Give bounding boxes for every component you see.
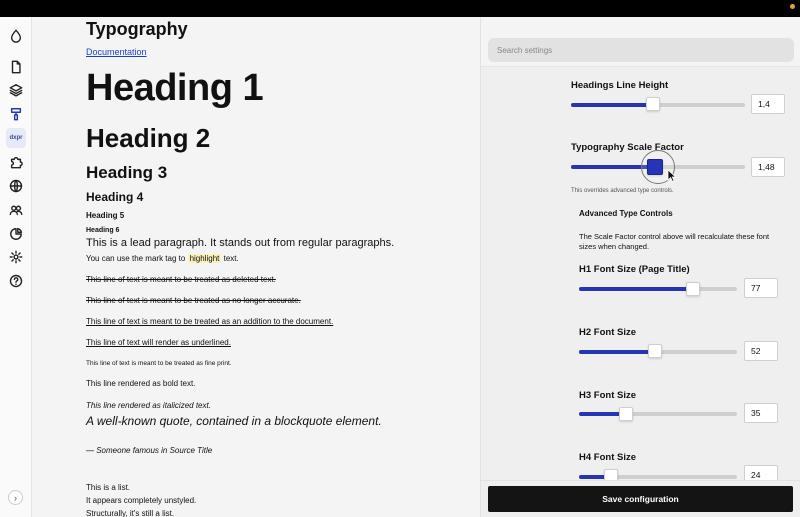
- slider-thumb-active[interactable]: [647, 159, 663, 175]
- h1-font-size-input[interactable]: [744, 278, 778, 298]
- headings-line-height-input[interactable]: [751, 94, 785, 114]
- list-item: This is a list.: [86, 483, 131, 492]
- slider-fill: [579, 287, 693, 291]
- system-top-bar: [0, 0, 800, 17]
- h4-font-size-label: H4 Font Size: [579, 452, 637, 463]
- dxpr-badge[interactable]: dxpr: [6, 128, 26, 148]
- list-item: It appears completely unstyled.: [86, 496, 197, 505]
- fine-print-text: This line of text is meant to be treated…: [86, 360, 232, 367]
- puzzle-icon[interactable]: [6, 152, 26, 172]
- documentation-link[interactable]: Documentation: [86, 47, 147, 57]
- h2-font-size-label: H2 Font Size: [579, 327, 637, 338]
- italic-text: This line rendered as italicized text.: [86, 401, 211, 410]
- bold-text: This line rendered as bold text.: [86, 379, 196, 388]
- blockquote-footer: — Someone famous in Source Title: [86, 446, 213, 455]
- heading-3-sample: Heading 3: [86, 163, 168, 182]
- save-bar: Save configuration: [481, 480, 800, 517]
- settings-panel: Headings Line Height Typography Scale Fa…: [480, 17, 800, 517]
- blockquote: A well-known quote, contained in a block…: [86, 414, 382, 428]
- inserted-text: This line of text is meant to be treated…: [86, 317, 334, 326]
- chart-icon[interactable]: [6, 224, 26, 244]
- h2-font-size-input[interactable]: [744, 341, 778, 361]
- scale-factor-label: Typography Scale Factor: [571, 142, 684, 153]
- status-dot: [790, 4, 795, 9]
- scale-factor-input[interactable]: [751, 157, 785, 177]
- underlined-text: This line of text will render as underli…: [86, 338, 231, 347]
- advanced-controls-title: Advanced Type Controls: [579, 209, 673, 218]
- expand-rail-button[interactable]: ›: [8, 490, 23, 505]
- heading-4-sample: Heading 4: [86, 190, 144, 204]
- paint-icon[interactable]: [6, 104, 26, 124]
- heading-2-sample: Heading 2: [86, 123, 211, 153]
- h4-font-size-slider[interactable]: [579, 475, 737, 479]
- file-icon[interactable]: [6, 57, 26, 77]
- gear-icon[interactable]: [6, 247, 26, 267]
- heading-1-sample: Heading 1: [86, 67, 264, 109]
- search-settings-input[interactable]: [488, 38, 794, 62]
- left-rail: dxpr ›: [0, 17, 32, 517]
- slider-thumb[interactable]: [647, 344, 662, 358]
- typography-preview: Typography Documentation Heading 1 Headi…: [33, 17, 480, 517]
- h1-font-size-label: H1 Font Size (Page Title): [579, 264, 690, 275]
- slider-thumb[interactable]: [645, 97, 660, 111]
- strikethrough-text: This line of text is meant to be treated…: [86, 296, 301, 305]
- heading-5-sample: Heading 5: [86, 211, 125, 220]
- slider-fill: [571, 103, 653, 107]
- h3-font-size-input[interactable]: [744, 403, 778, 423]
- highlight-mark: highlight: [187, 254, 222, 263]
- help-icon[interactable]: [6, 271, 26, 291]
- h3-font-size-label: H3 Font Size: [579, 390, 637, 401]
- layers-icon[interactable]: [6, 80, 26, 100]
- globe-icon[interactable]: [6, 176, 26, 196]
- users-icon[interactable]: [6, 200, 26, 220]
- slider-thumb[interactable]: [619, 407, 634, 421]
- lead-paragraph: This is a lead paragraph. It stands out …: [86, 237, 395, 249]
- slider-fill: [579, 350, 655, 354]
- deleted-text: This line of text is meant to be treated…: [86, 275, 276, 284]
- scale-factor-hint: This overrides advanced type controls.: [571, 188, 674, 194]
- heading-6-sample: Heading 6: [86, 227, 120, 234]
- app-window: dxpr › Typography Documentation Heading …: [0, 17, 800, 517]
- drop-icon[interactable]: [6, 26, 26, 46]
- advanced-controls-description: The Scale Factor control above will reca…: [579, 232, 770, 251]
- list-item: Structurally, it's still a list.: [86, 509, 175, 517]
- page-title: Typography: [86, 19, 188, 39]
- h3-font-size-slider[interactable]: [579, 412, 737, 416]
- mouse-cursor-icon: [667, 169, 677, 182]
- headings-line-height-label: Headings Line Height: [571, 80, 669, 91]
- slider-thumb[interactable]: [685, 282, 700, 296]
- save-configuration-button[interactable]: Save configuration: [488, 486, 793, 512]
- mark-paragraph: You can use the mark tag to highlight te…: [86, 254, 239, 263]
- search-bar: [481, 17, 800, 67]
- h1-font-size-slider[interactable]: [579, 287, 737, 291]
